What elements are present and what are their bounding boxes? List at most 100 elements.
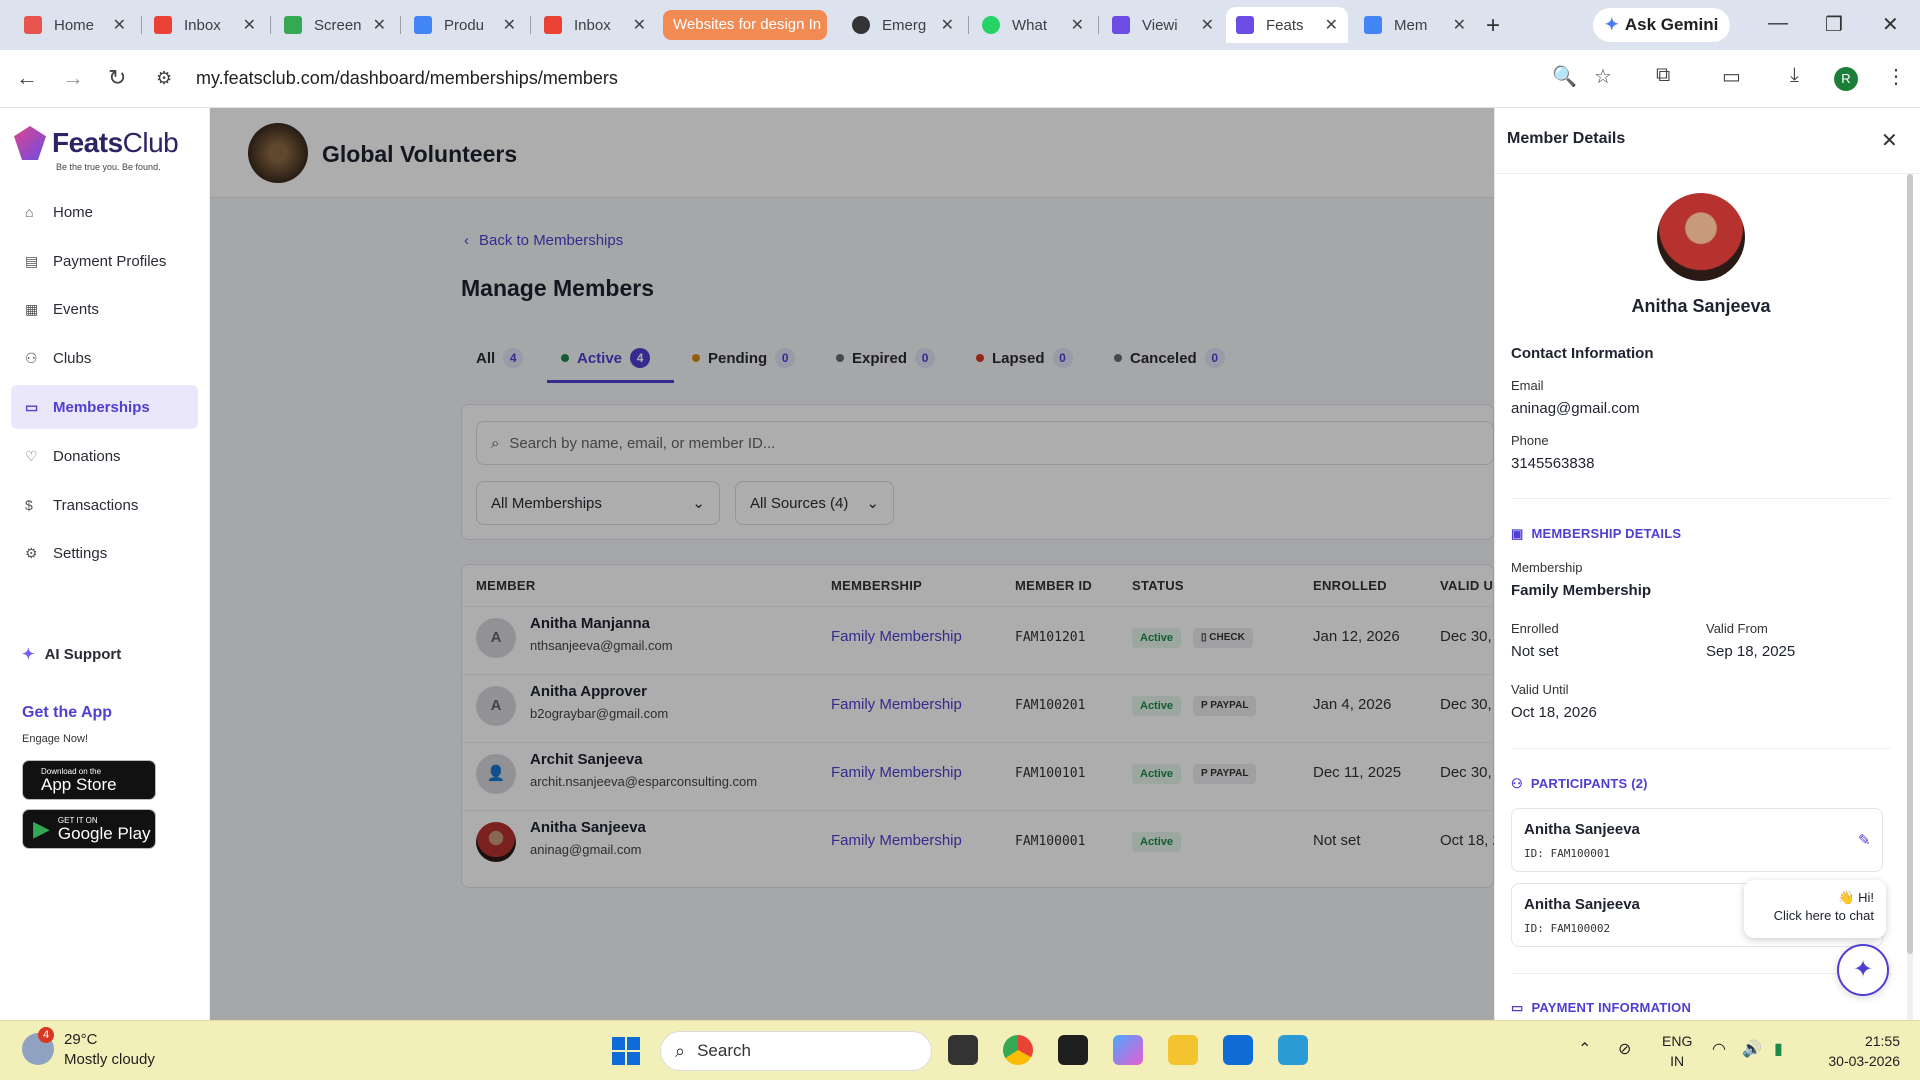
featsclub-logo[interactable]: FeatsClub Be the true you. Be found. xyxy=(14,126,179,172)
membership-label: Membership xyxy=(1511,560,1583,575)
restore-icon[interactable]: ❐ xyxy=(1825,12,1843,37)
home-icon: ⌂ xyxy=(25,204,34,220)
chat-greeting: 👋 Hi! xyxy=(1838,890,1874,905)
browser-tab[interactable]: Produ ✕ xyxy=(404,7,526,43)
back-icon[interactable]: ← xyxy=(16,65,38,91)
close-tab-icon[interactable]: ✕ xyxy=(243,15,256,35)
sidebar-item-home[interactable]: ⌂ Home xyxy=(11,190,198,234)
sidebar-item-clubs[interactable]: ⚇ Clubs xyxy=(11,336,198,380)
ai-support-link[interactable]: ✦ AI Support xyxy=(22,645,121,663)
outlook-icon[interactable] xyxy=(1223,1035,1253,1065)
browser-tab[interactable]: Emerg ✕ xyxy=(842,7,964,43)
chrome-icon[interactable] xyxy=(1003,1035,1033,1065)
phone-value: 3145563838 xyxy=(1511,455,1595,472)
browser-tab[interactable]: Mem ✕ xyxy=(1354,7,1476,43)
figma-icon[interactable] xyxy=(1058,1035,1088,1065)
browser-tab[interactable]: Viewi ✕ xyxy=(1102,7,1224,43)
weather-temp[interactable]: 29°C xyxy=(64,1031,98,1048)
heart-icon: ♡ xyxy=(25,447,38,464)
menu-icon[interactable]: ⋮ xyxy=(1886,64,1906,89)
forward-icon[interactable]: → xyxy=(62,65,84,91)
chevron-up-icon[interactable]: ⌃ xyxy=(1578,1039,1591,1059)
address-bar-row: ← → ↻ ⚙ my.featsclub.com/dashboard/membe… xyxy=(0,50,1920,108)
cast-icon[interactable]: ▭ xyxy=(1722,64,1741,89)
clock[interactable]: 21:55 30-03-2026 xyxy=(1818,1031,1900,1071)
windows-taskbar: 4 29°C Mostly cloudy ⌕ Search ⌃ ⊘ ENG IN ◠… xyxy=(0,1020,1920,1080)
file-explorer-icon[interactable] xyxy=(1168,1035,1198,1065)
close-tab-icon[interactable]: ✕ xyxy=(633,15,646,35)
card-icon: ▭ xyxy=(1511,1000,1524,1015)
task-view-icon[interactable] xyxy=(948,1035,978,1065)
sidebar-item-events[interactable]: ▦ Events xyxy=(11,287,198,331)
sidebar-item-payment-profiles[interactable]: ▤ Payment Profiles xyxy=(11,239,198,283)
windows-start-icon[interactable] xyxy=(612,1037,640,1065)
featsclub-icon xyxy=(1112,16,1130,34)
browser-tab[interactable]: Home ✕ xyxy=(14,7,136,43)
close-tab-icon[interactable]: ✕ xyxy=(1453,15,1466,35)
copilot-icon[interactable] xyxy=(1113,1035,1143,1065)
enrolled-value: Not set xyxy=(1511,643,1559,660)
taskbar-search[interactable]: ⌕ Search xyxy=(660,1031,932,1071)
language-indicator[interactable]: ENG IN xyxy=(1662,1031,1692,1071)
notepad-icon[interactable] xyxy=(1278,1035,1308,1065)
sidebar-item-settings[interactable]: ⚙ Settings xyxy=(11,531,198,575)
gmail-icon xyxy=(154,16,172,34)
enrolled-label: Enrolled xyxy=(1511,621,1559,636)
participant-name: Anitha Sanjeeva xyxy=(1524,896,1640,913)
ask-gemini-button[interactable]: ✦ Ask Gemini xyxy=(1593,8,1730,42)
security-icon[interactable]: ⊘ xyxy=(1618,1039,1631,1059)
bookmark-star-icon[interactable]: ☆ xyxy=(1594,64,1612,89)
wifi-icon[interactable]: ◠ xyxy=(1712,1039,1726,1059)
email-value: aninag@gmail.com xyxy=(1511,400,1640,417)
browser-tab[interactable]: Screen ✕ xyxy=(274,7,396,43)
zoom-icon[interactable]: 🔍 xyxy=(1552,64,1577,89)
new-tab-icon[interactable]: + xyxy=(1486,12,1500,40)
close-icon[interactable]: ✕ xyxy=(1881,128,1898,153)
browser-tab[interactable]: Inbox ✕ xyxy=(534,7,656,43)
minimize-icon[interactable]: — xyxy=(1768,12,1788,35)
profile-avatar[interactable]: R xyxy=(1834,67,1858,91)
close-tab-icon[interactable]: ✕ xyxy=(503,15,516,35)
browser-tab[interactable]: What ✕ xyxy=(972,7,1094,43)
tab-group-label[interactable]: Websites for design In xyxy=(663,10,827,40)
sidebar-item-transactions[interactable]: $ Transactions xyxy=(11,483,198,527)
participants-heading: ⚇ PARTICIPANTS (2) xyxy=(1511,776,1648,791)
docs-icon xyxy=(414,16,432,34)
sidebar-item-memberships[interactable]: ▭ Memberships xyxy=(11,385,198,429)
dollar-icon: $ xyxy=(25,497,33,513)
sidebar-item-donations[interactable]: ♡ Donations xyxy=(11,434,198,478)
close-window-icon[interactable]: ✕ xyxy=(1882,12,1899,37)
reload-icon[interactable]: ↻ xyxy=(108,65,126,91)
gear-icon: ⚙ xyxy=(25,544,38,561)
close-tab-icon[interactable]: ✕ xyxy=(1325,15,1338,35)
modal-backdrop[interactable] xyxy=(210,108,1494,1020)
valid-from-label: Valid From xyxy=(1706,621,1768,636)
site-info-icon[interactable]: ⚙ xyxy=(156,68,172,89)
scrollbar-thumb[interactable] xyxy=(1907,174,1913,954)
close-tab-icon[interactable]: ✕ xyxy=(373,15,386,35)
google-play-button[interactable]: ▶ GET IT ON Google Play xyxy=(22,809,156,849)
close-tab-icon[interactable]: ✕ xyxy=(1071,15,1084,35)
close-tab-icon[interactable]: ✕ xyxy=(941,15,954,35)
browser-tab-active[interactable]: Feats ✕ xyxy=(1226,7,1348,43)
panel-scrollbar[interactable] xyxy=(1907,174,1913,1020)
membership-details-heading: ▣ MEMBERSHIP DETAILS xyxy=(1511,526,1682,541)
volume-icon[interactable]: 🔊 xyxy=(1742,1039,1762,1059)
close-tab-icon[interactable]: ✕ xyxy=(1201,15,1214,35)
chat-launcher-button[interactable]: ✦ xyxy=(1837,944,1889,996)
extensions-icon[interactable]: ⧉ xyxy=(1656,64,1670,87)
browser-tab[interactable]: Inbox ✕ xyxy=(144,7,266,43)
participant-card[interactable]: Anitha Sanjeeva ID: FAM100001 ✎ xyxy=(1511,808,1883,872)
battery-icon[interactable]: ▮ xyxy=(1774,1039,1783,1059)
app-store-button[interactable]: Download on the App Store xyxy=(22,760,156,800)
card-icon: ▭ xyxy=(25,398,39,415)
edit-icon[interactable]: ✎ xyxy=(1858,831,1871,849)
drive-icon xyxy=(284,16,302,34)
close-tab-icon[interactable]: ✕ xyxy=(113,15,126,35)
brand-name-light: Club xyxy=(122,127,179,158)
download-icon[interactable]: ⤓ xyxy=(1790,64,1799,87)
url-field[interactable]: my.featsclub.com/dashboard/memberships/m… xyxy=(196,68,618,89)
weather-condition[interactable]: Mostly cloudy xyxy=(64,1051,155,1068)
chat-bubble[interactable]: 👋 Hi! Click here to chat xyxy=(1744,880,1886,938)
brand-name: Feats xyxy=(52,127,123,158)
